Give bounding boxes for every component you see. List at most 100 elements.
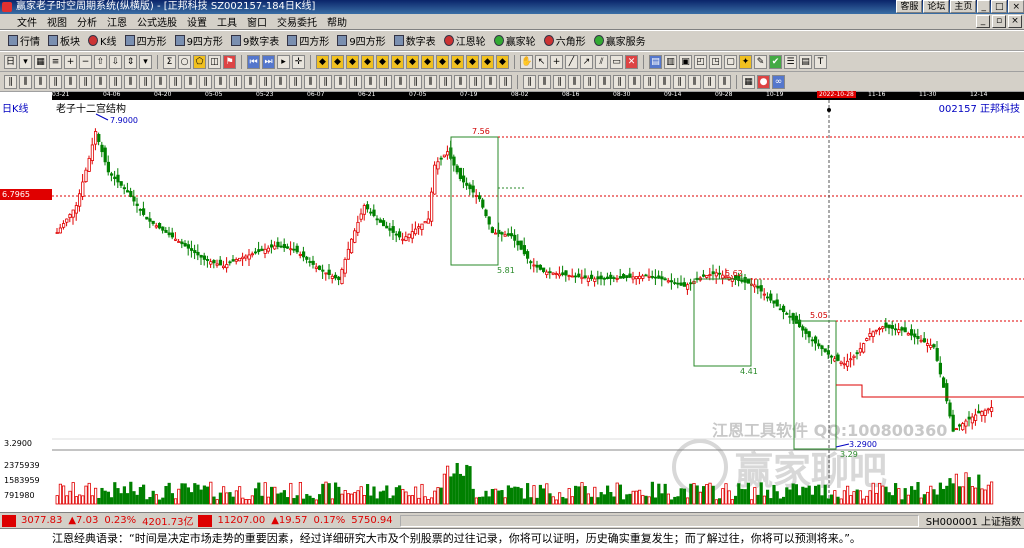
bars-icon[interactable]: ∥ <box>553 74 566 89</box>
first-icon[interactable]: ⏮ <box>247 54 260 69</box>
grid-icon[interactable]: ▦ <box>742 74 755 89</box>
bars-icon[interactable]: ⫼ <box>244 74 257 89</box>
calc-icon[interactable]: ▤ <box>649 54 662 69</box>
document-icon[interactable]: ▤ <box>799 54 812 69</box>
diamond-icon[interactable]: ◆ <box>376 54 389 69</box>
bars-icon[interactable]: ∥ <box>109 74 122 89</box>
diamond-icon[interactable]: ◆ <box>361 54 374 69</box>
check-icon[interactable]: ✔ <box>769 54 782 69</box>
bars-icon[interactable]: ⫼ <box>154 74 167 89</box>
delete-icon[interactable]: ✕ <box>625 54 638 69</box>
pointer-icon[interactable]: ↖ <box>535 54 548 69</box>
line-icon[interactable]: ╱ <box>565 54 578 69</box>
diamond-icon[interactable]: ◆ <box>481 54 494 69</box>
bars-icon[interactable]: ⫼ <box>718 74 731 89</box>
bars-icon[interactable]: ⫼ <box>94 74 107 89</box>
bars-icon[interactable]: ⫼ <box>628 74 641 89</box>
toolbar-square-button-2[interactable]: 四方形 <box>283 32 333 50</box>
diamond-icon[interactable]: ◆ <box>346 54 359 69</box>
diamond-icon[interactable]: ◆ <box>391 54 404 69</box>
ray-icon[interactable]: ↗ <box>580 54 593 69</box>
mdi-restore-button[interactable]: ▫ <box>992 15 1006 28</box>
dropdown-icon[interactable]: ▾ <box>139 54 152 69</box>
bars-icon[interactable]: ⫼ <box>568 74 581 89</box>
bars-icon[interactable]: ⫼ <box>64 74 77 89</box>
menu-analysis[interactable]: 分析 <box>72 14 102 29</box>
grid-icon[interactable]: ▦ <box>34 54 47 69</box>
pentagon-icon[interactable]: ⬠ <box>193 54 206 69</box>
market-label[interactable]: SH000001 上证指数 <box>923 513 1024 528</box>
monitor-icon[interactable]: ▢ <box>724 54 737 69</box>
maximize-button[interactable]: □ <box>990 0 1008 13</box>
layout-icon[interactable]: ▣ <box>679 54 692 69</box>
dropdown-icon[interactable]: ▾ <box>19 54 32 69</box>
toolbar-square9-button-2[interactable]: 9四方形 <box>333 32 389 50</box>
list-icon[interactable]: ☰ <box>784 54 797 69</box>
bars-icon[interactable]: ∥ <box>79 74 92 89</box>
bars-icon[interactable]: ⫼ <box>334 74 347 89</box>
minimize-button[interactable]: _ <box>977 0 990 13</box>
bars-icon[interactable]: ∥ <box>523 74 536 89</box>
toolbar-gann-wheel-button[interactable]: 江恩轮 <box>440 32 490 50</box>
toolbar-kline-button[interactable]: K线 <box>84 32 121 50</box>
menu-help[interactable]: 帮助 <box>322 14 352 29</box>
kline-up-icon[interactable]: ⇧ <box>94 54 107 69</box>
bars-icon[interactable]: ∥ <box>4 74 17 89</box>
toolbar-sector-button[interactable]: 板块 <box>44 32 84 50</box>
diamond-icon[interactable]: ◆ <box>316 54 329 69</box>
toolbar-number-table-button-2[interactable]: 数字表 <box>390 32 440 50</box>
toolbar-square-button[interactable]: 四方形 <box>121 32 171 50</box>
menu-settings[interactable]: 设置 <box>182 14 212 29</box>
bars-icon[interactable]: ∥ <box>469 74 482 89</box>
menu-trade[interactable]: 交易委托 <box>272 14 322 29</box>
bars-icon[interactable]: ⫼ <box>364 74 377 89</box>
bars-icon[interactable]: ⫼ <box>538 74 551 89</box>
last-icon[interactable]: ⏭ <box>262 54 275 69</box>
bars-icon[interactable]: ∥ <box>229 74 242 89</box>
star-icon[interactable]: ✦ <box>739 54 752 69</box>
menu-window[interactable]: 窗口 <box>242 14 272 29</box>
toolbar-quote-button[interactable]: 行情 <box>4 32 44 50</box>
diamond-icon[interactable]: ◆ <box>421 54 434 69</box>
bars-icon[interactable]: ∥ <box>349 74 362 89</box>
menu-gann[interactable]: 江恩 <box>102 14 132 29</box>
mdi-close-button[interactable]: × <box>1008 15 1022 28</box>
diamond-icon[interactable]: ◆ <box>406 54 419 69</box>
rect-icon[interactable]: ▭ <box>610 54 623 69</box>
bars-icon[interactable]: ⫼ <box>424 74 437 89</box>
forum-button[interactable]: 论坛 <box>923 0 950 13</box>
zoom-in-icon[interactable]: + <box>64 54 77 69</box>
color-icon[interactable]: ● <box>757 74 770 89</box>
bars-icon[interactable]: ∥ <box>643 74 656 89</box>
bars-icon[interactable]: ∥ <box>289 74 302 89</box>
mdi-minimize-button[interactable]: _ <box>976 15 990 28</box>
bars-icon[interactable]: ⫼ <box>394 74 407 89</box>
menu-tools[interactable]: 工具 <box>212 14 242 29</box>
bars-icon[interactable]: ∥ <box>613 74 626 89</box>
window-icon[interactable]: ◰ <box>694 54 707 69</box>
circle-icon[interactable]: ○ <box>178 54 191 69</box>
bars-icon[interactable]: ∥ <box>439 74 452 89</box>
bars-icon[interactable]: ⫼ <box>304 74 317 89</box>
close-button[interactable]: × <box>1008 0 1024 13</box>
note-icon[interactable]: ✎ <box>754 54 767 69</box>
toolbar-service-button[interactable]: 赢家服务 <box>590 32 650 50</box>
chart-icon[interactable]: ≡ <box>49 54 62 69</box>
bars-icon[interactable]: ⫼ <box>214 74 227 89</box>
bars-icon[interactable]: ⫼ <box>19 74 32 89</box>
diamond-icon[interactable]: ◆ <box>436 54 449 69</box>
zoom-out-icon[interactable]: − <box>79 54 92 69</box>
toolbar-winner-wheel-button[interactable]: 赢家轮 <box>490 32 540 50</box>
bars-icon[interactable]: ⫼ <box>658 74 671 89</box>
bars-icon[interactable]: ∥ <box>259 74 272 89</box>
bars-icon[interactable]: ∥ <box>169 74 182 89</box>
split-icon[interactable]: ◳ <box>709 54 722 69</box>
bars-icon[interactable]: ∥ <box>499 74 512 89</box>
formula-icon[interactable]: Σ <box>163 54 176 69</box>
bars-icon[interactable]: ∥ <box>199 74 212 89</box>
diamond-icon[interactable]: ◆ <box>496 54 509 69</box>
toolbar-square9-button[interactable]: 9四方形 <box>171 32 227 50</box>
bars-icon[interactable]: ⫼ <box>124 74 137 89</box>
bars-icon[interactable]: ⫼ <box>274 74 287 89</box>
channel-icon[interactable]: ⫽ <box>595 54 608 69</box>
